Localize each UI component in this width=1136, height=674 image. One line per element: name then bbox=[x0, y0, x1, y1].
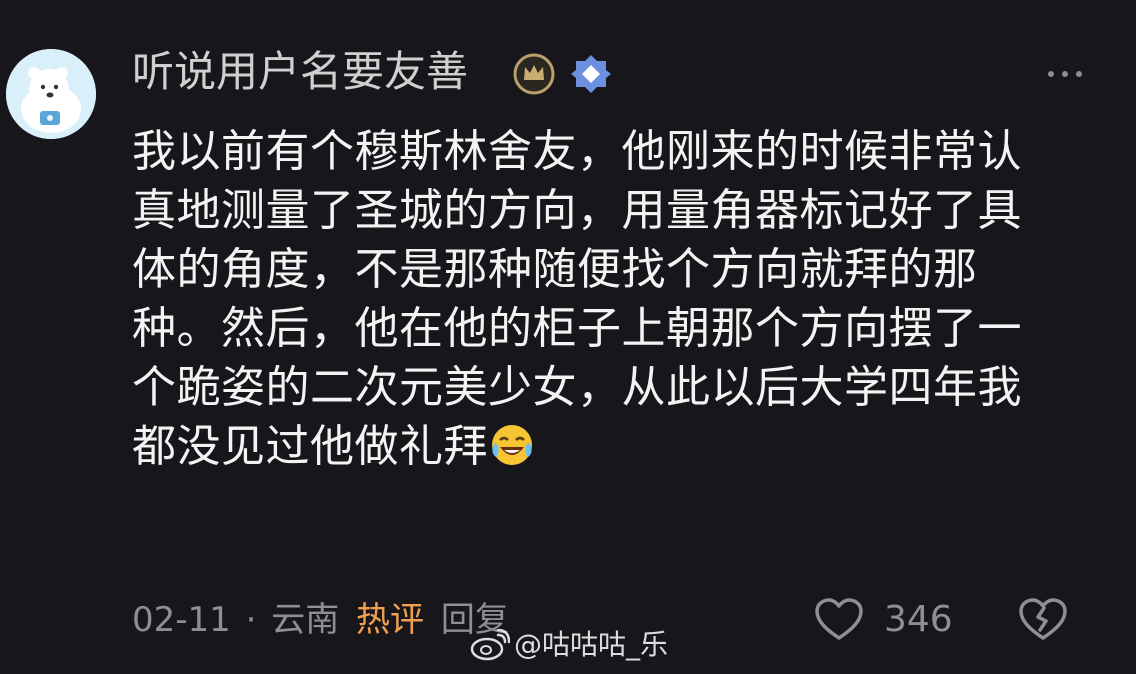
hot-comment-label: 热评 bbox=[356, 600, 425, 640]
meta-separator: · bbox=[245, 600, 257, 640]
comment-line: 我以前有个穆斯林舍友，他刚来的时候非常认 bbox=[132, 126, 1022, 177]
avatar[interactable] bbox=[6, 49, 96, 139]
comment-date: 02-11 bbox=[132, 600, 231, 640]
broken-heart-icon[interactable] bbox=[1018, 598, 1068, 642]
comment-line: 真地测量了圣城的方向，用量角器标记好了具 bbox=[132, 185, 1022, 236]
comment-line: 个跪姿的二次元美少女，从此以后大学四年我 bbox=[132, 362, 1022, 413]
comment-line: 体的角度，不是那种随便找个方向就拜的那 bbox=[132, 244, 978, 295]
comment-last-line: 都没见过他做礼拜 bbox=[132, 417, 1062, 476]
more-dots-icon[interactable] bbox=[1048, 70, 1082, 78]
username[interactable]: 听说用户名要友善 bbox=[132, 48, 468, 96]
heart-icon bbox=[815, 598, 863, 640]
polar-bear-avatar-icon bbox=[6, 49, 96, 139]
comment-line: 种。然后，他在他的柜子上朝那个方向摆了一 bbox=[132, 303, 1022, 354]
watermark-text: @咕咕咕_乐 bbox=[514, 628, 669, 661]
watermark: @咕咕咕_乐 bbox=[470, 627, 668, 663]
laughing-crying-emoji-icon bbox=[492, 425, 532, 465]
comment-line: 都没见过他做礼拜 bbox=[132, 421, 488, 472]
comment-text: 我以前有个穆斯林舍友，他刚来的时候非常认 真地测量了圣城的方向，用量角器标记好了… bbox=[132, 122, 1062, 476]
weibo-icon bbox=[470, 629, 510, 661]
like-button[interactable]: 346 bbox=[814, 598, 953, 642]
like-count: 346 bbox=[884, 599, 953, 640]
comment-location: 云南 bbox=[271, 600, 340, 640]
crown-badge-icon bbox=[513, 53, 555, 95]
diamond-badge-icon bbox=[571, 55, 611, 93]
comment-meta: 02-11 · 云南 热评 回复 bbox=[132, 598, 509, 642]
